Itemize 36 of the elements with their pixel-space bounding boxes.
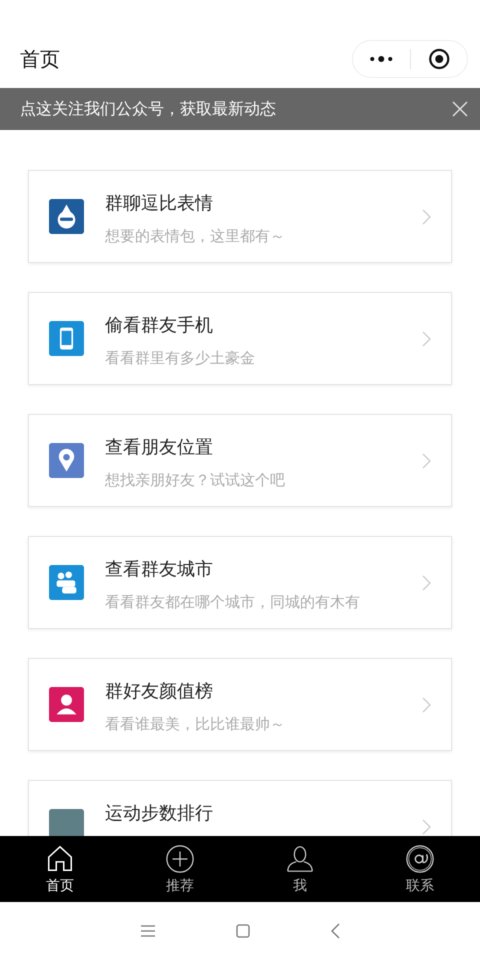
tab-item[interactable]: 推荐	[120, 836, 240, 902]
feature-card[interactable]: 查看朋友位置 想找亲朋好友？试试这个吧	[28, 414, 452, 507]
menu-icon[interactable]	[140, 924, 156, 938]
card-subtitle: 想找亲朋好友？试试这个吧	[105, 471, 285, 490]
at-sign-icon	[405, 844, 435, 874]
card-title: 群聊逗比表情	[105, 192, 213, 215]
card-subtitle: 看看群里有多少土豪金	[105, 349, 255, 368]
feature-card[interactable]: 群好友颜值榜 看看谁最美，比比谁最帅～	[28, 658, 452, 751]
home-icon	[45, 844, 75, 874]
tab-item[interactable]: 我	[240, 836, 360, 902]
feature-card[interactable]: 查看群友城市 看看群友都在哪个城市，同城的有木有	[28, 536, 452, 629]
square-icon[interactable]	[236, 924, 250, 938]
chevron-icon	[422, 818, 431, 834]
chevron-icon	[422, 574, 431, 590]
card-subtitle: 看看群友都在哪个城市，同城的有木有	[105, 593, 360, 612]
chevron-icon	[422, 696, 431, 712]
chevron-icon	[422, 208, 431, 224]
card-title: 运动步数排行	[105, 802, 213, 825]
card-title: 查看朋友位置	[105, 436, 213, 459]
card-subtitle: 想要的表情包，这里都有～	[105, 227, 285, 246]
feature-card[interactable]: 偷看群友手机 看看群里有多少土豪金	[28, 292, 452, 385]
card-title: 群好友颜值榜	[105, 680, 213, 703]
feature-card[interactable]: 群聊逗比表情 想要的表情包，这里都有～	[28, 170, 452, 263]
back-icon[interactable]	[330, 923, 340, 939]
person-icon	[285, 844, 315, 874]
feature-card[interactable]: 运动步数排行	[28, 780, 452, 836]
close-icon[interactable]	[452, 101, 468, 117]
chevron-icon	[422, 330, 431, 346]
card-title: 偷看群友手机	[105, 314, 213, 337]
card-subtitle: 看看谁最美，比比谁最帅～	[105, 715, 285, 734]
tab-item[interactable]: 首页	[0, 836, 120, 902]
page-title: 首页	[20, 46, 60, 72]
plus-circle-icon	[165, 844, 195, 874]
chevron-icon	[422, 452, 431, 468]
card-title: 查看群友城市	[105, 558, 213, 581]
tab-item[interactable]: 联系	[360, 836, 480, 902]
